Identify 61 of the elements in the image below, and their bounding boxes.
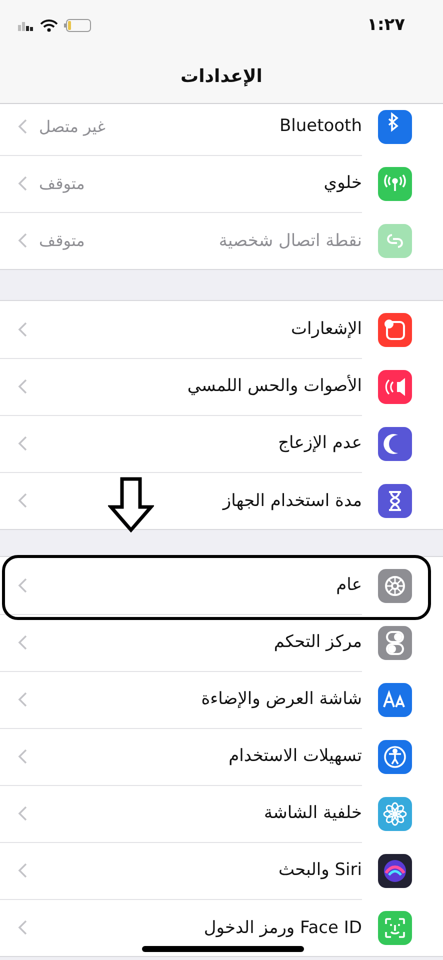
text-size-icon [378, 682, 412, 716]
settings-row[interactable]: الإشعارات [0, 301, 443, 358]
row-label: Face ID ورمز الدخول [204, 916, 362, 940]
flower-icon [378, 796, 412, 830]
row-value: غير متصل [39, 116, 106, 138]
toggles-icon [378, 626, 412, 660]
row-value: متوقف [39, 172, 85, 194]
settings-row[interactable]: تسهيلات الاستخدام [0, 728, 443, 785]
face-scan-icon [378, 910, 412, 944]
speaker-icon [378, 370, 412, 404]
row-label: Bluetooth [279, 115, 362, 138]
settings-row[interactable]: خلوي متوقف [0, 155, 443, 212]
row-label: خلفية الشاشة [264, 802, 362, 825]
row-label: عام [336, 574, 362, 597]
chevron-icon [18, 436, 27, 450]
chevron-icon [18, 176, 27, 190]
row-label: نقطة اتصال شخصية [218, 230, 362, 252]
settings-row[interactable]: الأصوات والحس اللمسي [0, 358, 443, 415]
row-label: تسهيلات الاستخدام [228, 745, 362, 768]
settings-row[interactable]: عدم الإزعاج [0, 415, 443, 472]
signal-icon [18, 19, 34, 31]
row-label: خلوي [324, 172, 362, 195]
chevron-icon [18, 862, 27, 878]
chevron-icon [18, 118, 27, 134]
row-label: شاشة العرض والإضاءة [201, 688, 362, 711]
notification-icon [378, 312, 412, 346]
row-label: Siri والبحث [278, 859, 362, 882]
siri-orb-icon [378, 854, 412, 888]
settings-row[interactable]: خلفية الشاشة [0, 785, 443, 842]
row-label: مركز التحكم [274, 631, 362, 654]
page-title: الإعدادات [180, 65, 264, 89]
chevron-icon [18, 634, 27, 650]
moon-icon [378, 426, 412, 460]
settings-row[interactable]: مركز التحكم [0, 614, 443, 671]
chevron-icon [18, 233, 27, 248]
settings-row[interactable]: Face ID ورمز الدخول [0, 899, 443, 956]
chevron-icon [18, 578, 27, 592]
status-time: ١:٢٧ [367, 15, 405, 35]
row-label: الأصوات والحس اللمسي [187, 374, 362, 398]
row-label: مدة استخدام الجهاز [222, 490, 362, 512]
battery-icon [64, 18, 92, 32]
chevron-icon [18, 378, 27, 394]
row-label: عدم الإزعاج [278, 432, 362, 455]
wifi-icon [40, 18, 58, 32]
accessibility-icon [378, 740, 412, 774]
chevron-icon [18, 806, 27, 820]
chevron-icon [18, 748, 27, 764]
chevron-icon [18, 493, 27, 508]
chevron-icon [18, 920, 27, 935]
antenna-icon [378, 166, 412, 200]
row-label: الإشعارات [291, 318, 362, 341]
bluetooth-icon [378, 110, 412, 144]
settings-row[interactable]: شاشة العرض والإضاءة [0, 671, 443, 728]
settings-row[interactable]: عام [0, 557, 443, 614]
settings-row[interactable]: Siri والبحث [0, 842, 443, 899]
chevron-icon [18, 322, 27, 336]
gear-icon [378, 568, 412, 602]
row-value: متوقف [39, 230, 85, 252]
chain-link-icon [378, 224, 412, 258]
hourglass-icon [378, 484, 412, 518]
chevron-icon [18, 692, 27, 706]
